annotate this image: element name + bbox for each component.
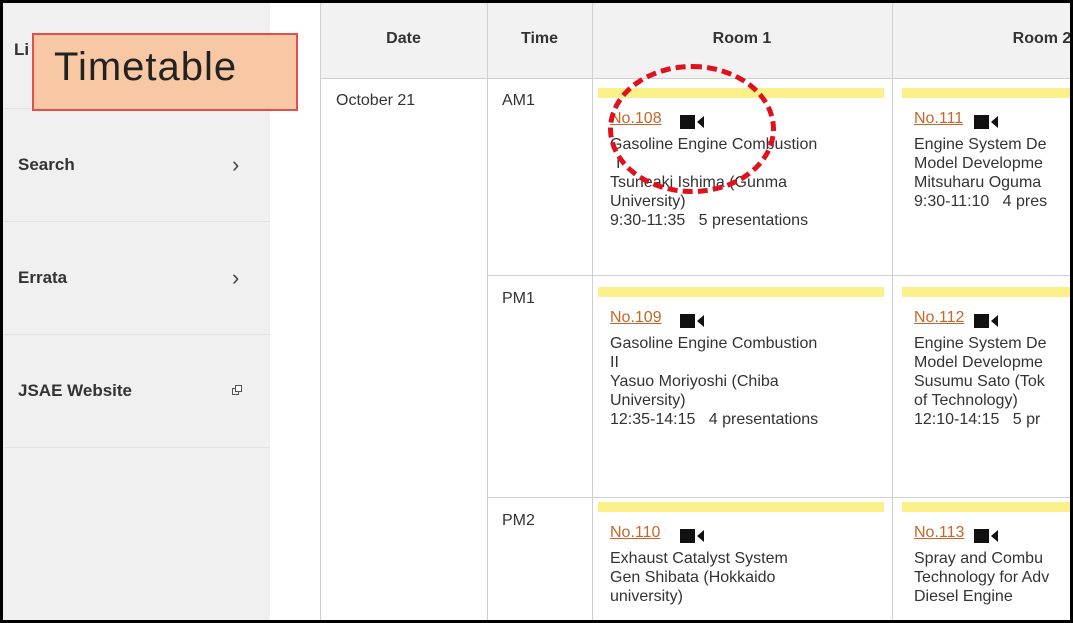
- annotation-text: Timetable: [54, 45, 238, 89]
- session-chair-affiliation: university): [610, 588, 683, 605]
- sidebar-item-search[interactable]: Search ›: [0, 108, 270, 221]
- session-title-line: Spray and Combu: [914, 550, 1043, 567]
- session-link[interactable]: No.111: [914, 110, 963, 128]
- video-camera-icon[interactable]: [680, 313, 704, 334]
- table-border: [320, 0, 321, 623]
- video-camera-icon[interactable]: [974, 114, 998, 135]
- sidebar-item-errata[interactable]: Errata ›: [0, 221, 270, 334]
- highlight-circle-annotation: [608, 64, 776, 194]
- session-chair-affiliation: of Technology): [914, 392, 1018, 409]
- session-time-count: 9:30-11:10 4 pres: [914, 193, 1048, 210]
- session-chair-affiliation: University): [610, 193, 686, 210]
- session-title-line: Engine System De: [914, 136, 1047, 153]
- chevron-right-icon: ›: [232, 152, 240, 177]
- session-color-bar: [902, 287, 1073, 297]
- time-slot-pm1: PM1: [502, 290, 535, 307]
- date-cell: October 21: [336, 92, 416, 109]
- session-color-bar: [598, 287, 884, 297]
- session-chair-affiliation: University): [610, 392, 686, 409]
- session-card: No.109 Gasoline Engine Combustion II Yas…: [598, 287, 884, 487]
- session-card: No.110 Exhaust Catalyst System Gen Shiba…: [598, 502, 884, 623]
- session-title: Engine System De Model Developme Susumu …: [914, 334, 1073, 429]
- session-chair: Mitsuharu Oguma: [914, 174, 1042, 191]
- session-card: No.113 Spray and Combu Technology for Ad…: [902, 502, 1073, 623]
- session-chair: Susumu Sato (Tok: [914, 373, 1045, 390]
- column-header-room-1: Room 1: [712, 30, 772, 47]
- session-chair: Gen Shibata (Hokkaido: [610, 569, 776, 586]
- session-title-line: Model Developme: [914, 354, 1043, 371]
- sidebar-item-partial-label[interactable]: Li: [14, 40, 29, 60]
- timetable-annotation-label: Timetable: [32, 33, 298, 111]
- sidebar-item-label: Search: [18, 155, 75, 174]
- video-camera-icon[interactable]: [680, 528, 704, 549]
- session-title-line: Exhaust Catalyst System: [610, 550, 788, 567]
- session-color-bar: [902, 88, 1073, 98]
- table-border: [487, 275, 1073, 276]
- session-link[interactable]: No.110: [610, 524, 660, 542]
- sidebar-divider: [0, 447, 270, 448]
- session-link[interactable]: No.112: [914, 309, 964, 327]
- column-header-time: Time: [520, 30, 559, 47]
- session-title-line: Gasoline Engine Combustion: [610, 335, 818, 352]
- session-title: Spray and Combu Technology for Adv Diese…: [914, 549, 1073, 606]
- table-border: [487, 497, 1073, 498]
- sidebar-item-jsae-website[interactable]: JSAE Website: [0, 334, 270, 447]
- chevron-right-icon: ›: [232, 265, 240, 290]
- sidebar-item-label: JSAE Website: [18, 381, 133, 400]
- video-camera-icon[interactable]: [974, 313, 998, 334]
- session-color-bar: [902, 502, 1073, 512]
- session-chair: Yasuo Moriyoshi (Chiba: [610, 373, 779, 390]
- session-time-count: 12:10-14:15 5 pr: [914, 411, 1041, 428]
- sidebar-item-label: Errata: [18, 268, 68, 287]
- session-title: Engine System De Model Developme Mitsuha…: [914, 135, 1073, 211]
- table-border: [592, 0, 593, 623]
- session-title-line: Technology for Adv: [914, 569, 1050, 586]
- session-title-line: Engine System De: [914, 335, 1047, 352]
- column-header-room-2: Room 2: [1012, 30, 1072, 47]
- external-link-icon: [232, 382, 242, 400]
- session-title-line: II: [610, 354, 619, 371]
- session-color-bar: [598, 502, 884, 512]
- session-time-count: 12:35-14:15 4 presentations: [610, 411, 819, 428]
- session-title-line: Model Developme: [914, 155, 1043, 172]
- column-header-date: Date: [386, 30, 421, 47]
- session-link[interactable]: No.109: [610, 309, 662, 327]
- time-slot-am1: AM1: [502, 92, 535, 109]
- session-title: Gasoline Engine Combustion II Yasuo Mori…: [610, 334, 876, 429]
- session-card: No.112 Engine System De Model Developme …: [902, 287, 1073, 487]
- time-slot-pm2: PM2: [502, 512, 535, 529]
- session-card: No.111 Engine System De Model Developme …: [902, 88, 1073, 268]
- video-camera-icon[interactable]: [974, 528, 998, 549]
- table-border: [892, 0, 893, 623]
- table-border: [487, 0, 488, 623]
- session-title-line: Diesel Engine: [914, 588, 1013, 605]
- session-title: Exhaust Catalyst System Gen Shibata (Hok…: [610, 549, 876, 606]
- session-link[interactable]: No.113: [914, 524, 964, 542]
- session-time-count: 9:30-11:35 5 presentations: [610, 212, 809, 229]
